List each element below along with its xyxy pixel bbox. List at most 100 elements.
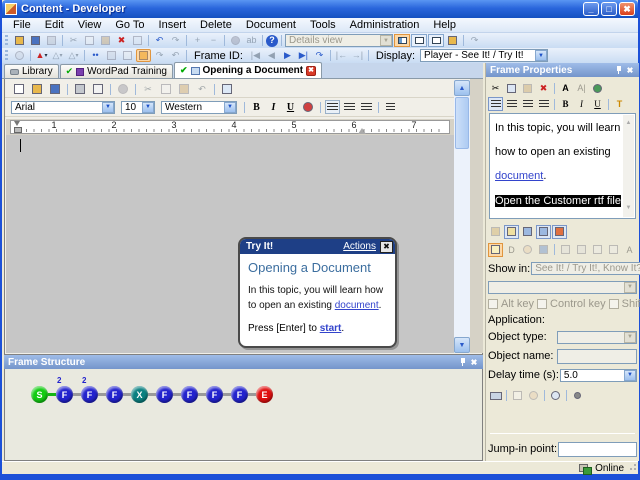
new-section-icon[interactable]: △▾ — [66, 49, 81, 62]
minimize-button[interactable]: _ — [583, 2, 599, 16]
help-icon[interactable]: ? — [266, 35, 278, 47]
resize-grip[interactable] — [628, 464, 636, 472]
tab-wordpad-training[interactable]: ✔ WordPad Training — [60, 64, 173, 78]
menu-insert[interactable]: Insert — [152, 18, 194, 33]
abc-size-icon[interactable]: A| — [574, 81, 589, 95]
edit-bubble-icon[interactable] — [504, 225, 519, 239]
edit-frame-icon[interactable] — [120, 49, 135, 62]
bold-icon[interactable]: B — [558, 97, 573, 111]
frame-node-x-4[interactable]: X — [131, 386, 148, 403]
align-center-icon[interactable] — [504, 97, 519, 111]
keyboard-icon[interactable] — [488, 389, 503, 403]
selection-rect-icon[interactable] — [510, 389, 525, 403]
italic-icon[interactable]: I — [574, 97, 589, 111]
find-icon[interactable] — [228, 34, 243, 47]
menu-tools[interactable]: Tools — [303, 18, 343, 33]
align-left-icon[interactable] — [488, 97, 503, 111]
doc-add-icon[interactable] — [606, 243, 621, 257]
panel-close-icon[interactable]: ✖ — [624, 65, 636, 76]
print-icon[interactable] — [44, 34, 59, 47]
insert-missing-icon[interactable]: ↶ — [168, 49, 183, 62]
align-right-icon[interactable] — [520, 97, 535, 111]
next-link-icon[interactable]: →| — [350, 49, 365, 62]
undo-icon[interactable]: ↶ — [152, 34, 167, 47]
chevron-down-icon[interactable]: ▼ — [380, 35, 392, 46]
jump-in-point-field[interactable] — [558, 442, 637, 457]
pointer-icon[interactable] — [526, 389, 541, 403]
menu-goto[interactable]: Go To — [108, 18, 151, 33]
pin-icon[interactable] — [456, 357, 468, 368]
record-topic-icon[interactable]: •• — [88, 49, 103, 62]
id-icon[interactable]: D — [504, 243, 519, 257]
text-cursor-icon[interactable]: A — [622, 243, 637, 257]
panel-close-icon[interactable]: ✖ — [468, 357, 480, 368]
tab-close-icon[interactable]: ✖ — [306, 66, 316, 76]
editor-vertical-scrollbar[interactable]: ▲ ▼ — [454, 80, 470, 353]
menu-view[interactable]: View — [71, 18, 109, 33]
folder-view-icon[interactable] — [445, 34, 460, 47]
alt-key-checkbox[interactable] — [488, 299, 498, 309]
cut-icon[interactable]: ✂ — [66, 34, 81, 47]
spell-globe-icon[interactable] — [590, 81, 605, 95]
close-button[interactable]: ✖ — [619, 2, 635, 16]
object-type-combobox[interactable]: ▼ — [557, 331, 637, 344]
go-to-frame-icon[interactable]: ↷ — [312, 49, 327, 62]
save-icon[interactable] — [28, 34, 43, 47]
first-frame-icon[interactable]: |◀ — [248, 49, 263, 62]
menu-file[interactable]: File — [6, 18, 38, 33]
preview-icon[interactable] — [104, 49, 119, 62]
expand-icon[interactable]: + — [190, 34, 205, 47]
toolbar-grip[interactable] — [5, 35, 8, 46]
paste-format-icon[interactable] — [574, 243, 589, 257]
align-justify-icon[interactable] — [536, 97, 551, 111]
previous-frame-icon[interactable]: ◀ — [264, 49, 279, 62]
bubble-text-editor[interactable]: In this topic, you will learn how to ope… — [489, 113, 636, 219]
document-link[interactable]: document — [495, 170, 543, 182]
copy-icon[interactable] — [82, 34, 97, 47]
pin-icon[interactable] — [612, 65, 624, 76]
sound-key-icon[interactable] — [570, 389, 585, 403]
start-link[interactable]: start — [320, 323, 342, 334]
tryit-close-icon[interactable]: ✖ — [380, 241, 393, 253]
details-view-combobox[interactable]: Details view ▼ — [285, 34, 393, 47]
maximize-button[interactable]: □ — [601, 2, 617, 16]
scroll-down-icon[interactable]: ▼ — [454, 337, 470, 353]
fill-color-icon[interactable] — [536, 243, 551, 257]
redirect-icon[interactable]: ↷ — [152, 49, 167, 62]
recapture-icon[interactable] — [548, 389, 563, 403]
redo-icon[interactable]: ↷ — [168, 34, 183, 47]
display-combobox[interactable]: Player - See It! / Try It! ▼ — [420, 49, 548, 62]
toolbar-grip-2[interactable] — [5, 50, 8, 61]
frame-node-s-0[interactable]: S — [31, 386, 48, 403]
frame-link-icon[interactable] — [136, 49, 151, 62]
view-details-button[interactable] — [394, 34, 410, 47]
frame-node-f-2[interactable]: F — [81, 386, 98, 403]
control-key-checkbox[interactable] — [537, 299, 547, 309]
open-icon[interactable] — [12, 34, 27, 47]
chevron-down-icon[interactable]: ▼ — [535, 50, 547, 61]
menu-delete[interactable]: Delete — [193, 18, 239, 33]
shift-key-checkbox[interactable] — [609, 299, 619, 309]
copy-format-icon[interactable] — [558, 243, 573, 257]
spellcheck-icon[interactable]: ab — [244, 34, 259, 47]
frame-node-f-6[interactable]: F — [181, 386, 198, 403]
tab-library[interactable]: Library — [4, 64, 59, 78]
frame-node-f-3[interactable]: F — [106, 386, 123, 403]
prev-link-icon[interactable]: |← — [334, 49, 349, 62]
frame-node-f-8[interactable]: F — [231, 386, 248, 403]
text-scrollbar[interactable]: ▲▼ — [623, 115, 634, 217]
tryit-title-bar[interactable]: Try It! Actions ✖ — [240, 239, 395, 254]
copy-icon[interactable] — [504, 81, 519, 95]
refresh-icon[interactable]: ↷ — [467, 34, 482, 47]
collapse-icon[interactable]: − — [206, 34, 221, 47]
menu-help[interactable]: Help — [426, 18, 463, 33]
underline-icon[interactable]: U — [590, 97, 605, 111]
object-name-field[interactable] — [557, 349, 637, 364]
link-icon[interactable] — [12, 49, 27, 62]
last-frame-icon[interactable]: ▶| — [296, 49, 311, 62]
menu-document[interactable]: Document — [239, 18, 303, 33]
document-link[interactable]: document — [335, 300, 379, 311]
show-in-combobox[interactable]: See It! / Try It!, Know It?, D... ▼ — [531, 262, 640, 275]
frame-node-f-1[interactable]: F — [56, 386, 73, 403]
tab-opening-a-document[interactable]: ✔ Opening a Document ✖ — [174, 62, 322, 78]
